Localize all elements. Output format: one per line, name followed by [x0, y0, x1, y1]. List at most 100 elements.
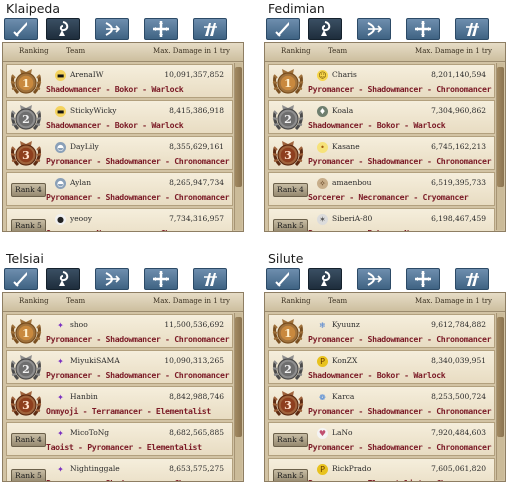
class-tab-cleric-cross[interactable] [406, 268, 440, 290]
team-classes: Pyromancer - Shadowmancer - Chronomancer [46, 478, 230, 481]
max-damage-value: 8,842,988,746 [169, 392, 224, 401]
bronze-medal-icon: 3 [9, 388, 43, 419]
scrollbar[interactable] [234, 63, 242, 230]
scrollbar[interactable] [496, 63, 504, 230]
class-tab-dagger[interactable] [266, 268, 300, 290]
team-name: Charis [332, 70, 357, 79]
class-tab-mage-swirl[interactable] [46, 18, 80, 40]
class-tab-mage-swirl[interactable] [46, 268, 80, 290]
region-title: Silute [268, 251, 304, 266]
ranking-row[interactable]: 2 ✦ MiyukiSAMA 10,090,313,265 Pyromancer - S… [6, 350, 233, 384]
ranking-row[interactable]: Rank 5 ✶ SiberiA-80 6,198,467,459 Pyromancer… [268, 208, 495, 231]
class-tab-scout[interactable] [455, 268, 489, 290]
class-tab-dagger[interactable] [266, 18, 300, 40]
silver-medal-icon: 2 [9, 102, 43, 133]
cleric-cross-icon [151, 20, 171, 38]
ranking-row[interactable]: 1 ☺ Charis 8,201,140,594 Pyromancer - Shadow… [268, 64, 495, 98]
class-tab-scout[interactable] [455, 18, 489, 40]
p-coin-icon: P [317, 356, 328, 367]
ranking-row[interactable]: Rank 4 ✧ amaenbou 6,519,395,733 Sorcerer - N… [268, 172, 495, 206]
ranking-row[interactable]: 2 ▬ StickyWicky 8,415,386,918 Shadowmancer -… [6, 100, 233, 134]
team-classes: Sorcerer - Necromancer - Cryomancer [308, 192, 469, 202]
team-classes: Pyromancer - Shadowmancer - Chronomancer [308, 442, 492, 452]
region-panel-telsiai: Telsiai Ranking Team Max. Damage in 1 tr… [2, 250, 245, 482]
ranking-row[interactable]: 2 ♦ Koala 7,304,960,862 Shadowmancer - Bokor… [268, 100, 495, 134]
max-damage-value: 11,500,536,692 [164, 320, 224, 329]
medal-number: 3 [284, 399, 292, 412]
rank-plate: Rank 5 [273, 469, 308, 481]
helmet-icon: ◓ [55, 142, 66, 153]
region-title: Klaipeda [6, 1, 61, 16]
ranking-row[interactable]: 2 P KonZX 8,340,039,951 Shadowmancer - Bokor… [268, 350, 495, 384]
class-tab-mage-swirl[interactable] [308, 268, 342, 290]
team-name: Koala [332, 106, 354, 115]
ranking-row[interactable]: 1 ✦ shoo 11,500,536,692 Pyromancer - Shadowm… [6, 314, 233, 348]
class-tab-dagger[interactable] [4, 268, 38, 290]
ranking-row[interactable]: 1 ❄ Kyuunz 9,612,784,882 Pyromancer - Shadow… [268, 314, 495, 348]
cleric-cross-icon [413, 270, 433, 288]
bat-icon: ✦ [57, 429, 64, 438]
class-tab-bow[interactable] [357, 268, 391, 290]
header-team: Team [328, 297, 348, 305]
max-damage-value: 6,519,395,733 [431, 178, 486, 187]
ranking-row[interactable]: Rank 4 ◓ Aylan 8,265,947,734 Pyromancer - Sh… [6, 172, 233, 206]
gold-medal-icon: 1 [9, 66, 43, 97]
bow-icon [102, 270, 122, 288]
class-tab-dagger[interactable] [4, 18, 38, 40]
medal-number: 1 [284, 327, 292, 340]
team-name: Kasane [332, 142, 360, 151]
class-tab-scout[interactable] [193, 268, 227, 290]
helmet-icon: ◓ [55, 178, 66, 189]
bird-icon: ✧ [317, 178, 328, 189]
scrollbar-thumb[interactable] [497, 317, 504, 437]
team-name: yeooy [70, 214, 92, 223]
max-damage-value: 6,198,467,459 [431, 214, 486, 223]
bat-icon: ✦ [57, 357, 64, 366]
team-classes: Pyromancer - Shadowmancer - Chronomancer [46, 192, 230, 202]
class-tab-bow[interactable] [95, 18, 129, 40]
team-name: amaenbou [332, 178, 372, 187]
max-damage-value: 7,605,061,820 [431, 464, 486, 473]
ranking-row[interactable]: 1 ▬ ArenaIW 10,091,357,852 Shadowmancer - Bo… [6, 64, 233, 98]
ranking-row[interactable]: Rank 5 ● yeooy 7,734,316,957 Sorcerer - Necr… [6, 208, 233, 231]
cleric-cross-icon [413, 20, 433, 38]
max-damage-value: 7,920,484,603 [431, 428, 486, 437]
class-tab-bow[interactable] [95, 268, 129, 290]
dagger-icon [273, 20, 293, 38]
medal-number: 3 [22, 149, 30, 162]
medal-number: 1 [22, 77, 30, 90]
ranking-row[interactable]: 3 ❁ Karca 8,253,500,724 Pyromancer - Shadowm… [268, 386, 495, 420]
ranking-row[interactable]: 3 ✦ Hanbin 8,842,988,746 Onmyoji - Terramanc… [6, 386, 233, 420]
scrollbar-thumb[interactable] [235, 67, 242, 187]
bow-icon [364, 20, 384, 38]
board-header: Ranking Team Max. Damage in 1 try [3, 293, 243, 312]
class-tabs [266, 18, 507, 40]
class-tab-cleric-cross[interactable] [144, 268, 178, 290]
team-classes: Pyromancer - Bokor - Necromancer [308, 228, 455, 231]
ranking-row[interactable]: Rank 4 ✦ MicoToNg 8,682,565,885 Taoist - Pyr… [6, 422, 233, 456]
ranking-row[interactable]: 3 ◓ DayLily 8,355,629,161 Pyromancer - Shado… [6, 136, 233, 170]
class-tab-cleric-cross[interactable] [406, 18, 440, 40]
scrollbar[interactable] [496, 313, 504, 480]
class-tab-cleric-cross[interactable] [144, 18, 178, 40]
ranking-row[interactable]: Rank 5 ✦ Nightinggale 8,653,575,275 Pyromanc… [6, 458, 233, 481]
max-damage-value: 8,201,140,594 [431, 70, 486, 79]
ranking-row[interactable]: 3 • Kasane 6,745,162,213 Pyromancer - Shadow… [268, 136, 495, 170]
class-tab-bow[interactable] [357, 18, 391, 40]
max-damage-value: 8,265,947,734 [169, 178, 224, 187]
scrollbar-thumb[interactable] [497, 67, 504, 187]
class-tab-scout[interactable] [193, 18, 227, 40]
class-tabs [4, 268, 245, 290]
scrollbar-thumb[interactable] [235, 317, 242, 437]
max-damage-value: 6,745,162,213 [431, 142, 486, 151]
class-tab-mage-swirl[interactable] [308, 18, 342, 40]
silver-medal-icon: 2 [9, 352, 43, 383]
ranking-row[interactable]: Rank 4 ♥ LaNo 7,920,484,603 Pyromancer - Sha… [268, 422, 495, 456]
team-name: LaNo [332, 428, 353, 437]
snowflake-icon: ❄ [319, 321, 326, 330]
team-name: MiyukiSAMA [70, 356, 120, 365]
chick-icon: • [317, 142, 328, 153]
scout-icon [200, 20, 220, 38]
ranking-row[interactable]: Rank 5 P RickPrado 7,605,061,820 Pyromancer … [268, 458, 495, 481]
scrollbar[interactable] [234, 313, 242, 480]
